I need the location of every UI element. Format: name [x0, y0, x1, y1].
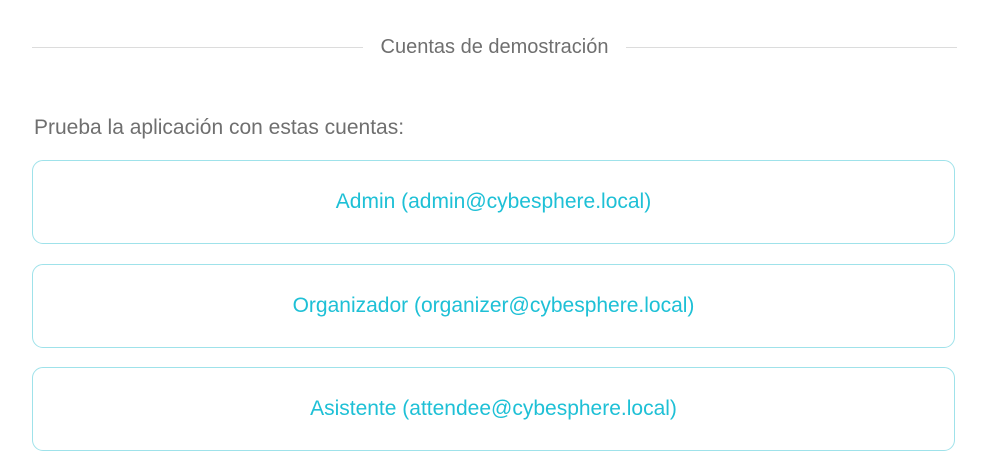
attendee-account-button[interactable]: Asistente (attendee@cybesphere.local) — [32, 367, 955, 451]
organizer-account-button[interactable]: Organizador (organizer@cybesphere.local) — [32, 264, 955, 348]
divider-line-right — [626, 46, 958, 48]
attendee-account-label: Asistente (attendee@cybesphere.local) — [310, 397, 677, 420]
admin-account-label: Admin (admin@cybesphere.local) — [335, 190, 652, 213]
admin-account-button[interactable]: Admin (admin@cybesphere.local) — [32, 160, 955, 244]
section-divider: Cuentas de demostración — [32, 27, 958, 67]
intro-text: Prueba la aplicación con estas cuentas: — [34, 116, 405, 139]
divider-label: Cuentas de demostración — [380, 35, 609, 58]
organizer-account-label: Organizador (organizer@cybesphere.local) — [292, 294, 695, 317]
divider-line-left — [32, 46, 363, 48]
